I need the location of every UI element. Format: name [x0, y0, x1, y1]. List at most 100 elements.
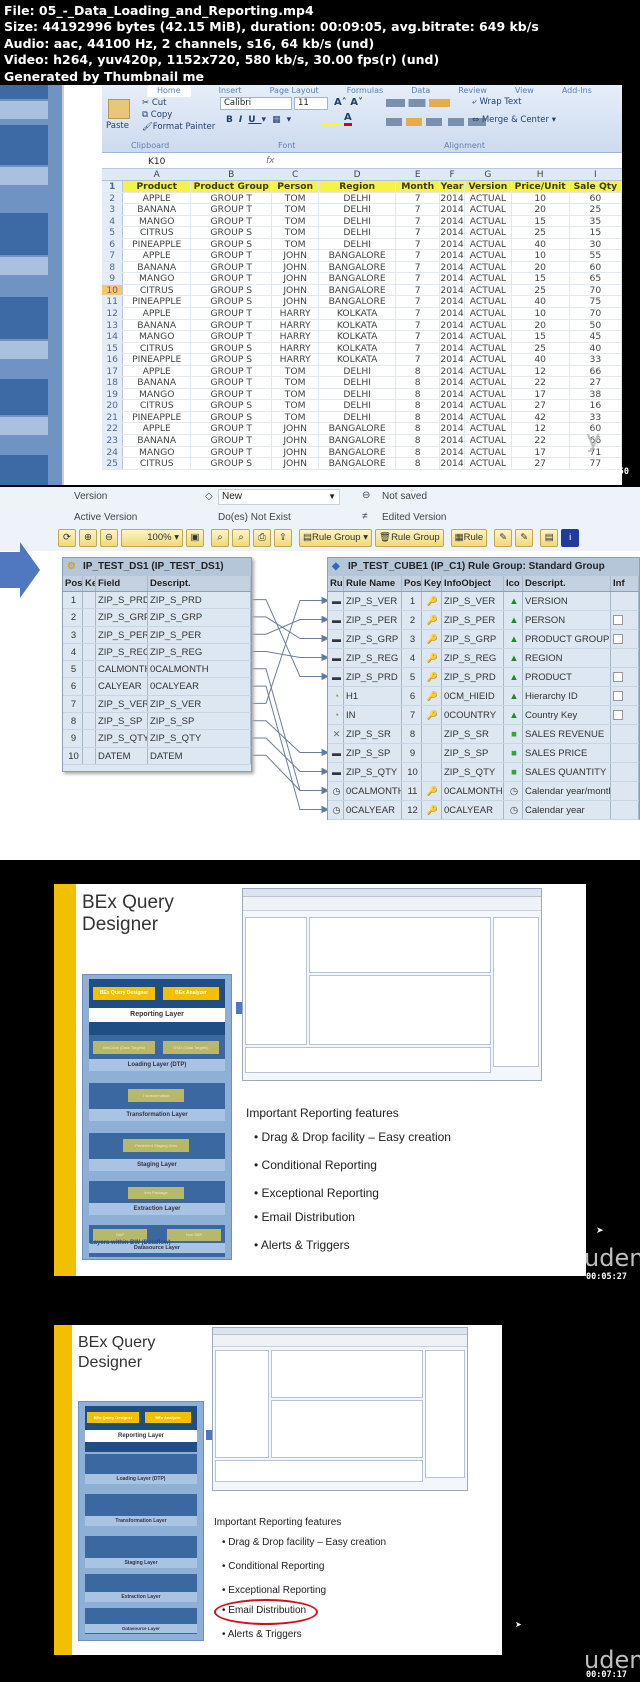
target-rule-row[interactable]: ◷ 0CALMONTH 11 🔑 0CALMONTH ◷ Calendar year/mon…	[328, 782, 639, 801]
col-key[interactable]: Key	[422, 576, 442, 591]
cell[interactable]: 2014	[440, 400, 466, 411]
cell[interactable]: GROUP S	[191, 296, 273, 308]
cell[interactable]: JOHN	[272, 250, 319, 261]
cell[interactable]: 12	[512, 365, 570, 377]
fill-color-button[interactable]	[322, 115, 340, 126]
cell[interactable]: 2014	[440, 261, 466, 273]
col-descr[interactable]: Descript.	[523, 576, 611, 591]
cell[interactable]: 40	[512, 238, 570, 250]
cut-button[interactable]: ✂ Cut	[142, 98, 166, 108]
cell[interactable]: 65	[570, 273, 623, 284]
row-number[interactable]: 5	[102, 227, 124, 238]
row-number[interactable]: 11	[102, 296, 124, 307]
cell[interactable]: Month	[396, 181, 440, 192]
row-number[interactable]: 16	[102, 354, 124, 365]
source-field-row[interactable]: 7 ZIP_S_VER ZIP_S_VER	[63, 695, 251, 714]
cell[interactable]: 15	[512, 215, 570, 227]
cell[interactable]: 66	[570, 365, 623, 377]
cell[interactable]: HARRY	[272, 308, 319, 319]
col-header[interactable]: C	[272, 169, 319, 180]
cell[interactable]: JOHN	[272, 296, 319, 308]
cell[interactable]: 2014	[440, 273, 466, 284]
col-rule-name[interactable]: Rule Name	[344, 576, 402, 591]
cell[interactable]: GROUP S	[191, 354, 273, 365]
cell[interactable]: APPLE	[123, 250, 192, 261]
col-header[interactable]: D	[319, 169, 397, 180]
cell[interactable]: BANGALORE	[319, 435, 397, 446]
paste-button[interactable]: Paste	[106, 121, 129, 131]
cell[interactable]: 33	[570, 411, 623, 423]
font-style-buttons[interactable]: BIU▾▦▾	[226, 115, 297, 125]
cell[interactable]: ACTUAL	[465, 227, 512, 238]
cell[interactable]: GROUP T	[191, 331, 273, 342]
cell[interactable]: 8	[396, 435, 440, 446]
cell[interactable]: 7	[396, 284, 440, 296]
source-field-row[interactable]: 3 ZIP_S_PER ZIP_S_PER	[63, 626, 251, 644]
col-icon[interactable]: Ico	[504, 576, 523, 591]
cell[interactable]: GROUP T	[191, 204, 273, 215]
cell[interactable]: 22	[512, 377, 570, 388]
cell[interactable]: GROUP T	[191, 192, 273, 204]
cell[interactable]: 8	[396, 458, 440, 469]
cell[interactable]: 15	[570, 227, 623, 238]
grow-font-button[interactable]: A˄ A˅	[334, 97, 363, 108]
source-field-row[interactable]: 8 ZIP_S_SP ZIP_S_SP	[63, 713, 251, 731]
cell[interactable]: 2014	[440, 238, 466, 250]
col-header[interactable]: F	[440, 169, 466, 180]
cell[interactable]: MANGO	[123, 388, 192, 400]
cell[interactable]: 7	[396, 204, 440, 215]
cell[interactable]: BANGALORE	[319, 273, 397, 284]
cell[interactable]: ACTUAL	[465, 319, 512, 331]
cell[interactable]: 2014	[440, 458, 466, 469]
row-number[interactable]: 21	[102, 411, 124, 423]
tab-insert[interactable]: Insert	[219, 85, 242, 97]
col-key[interactable]: Ke	[83, 576, 96, 591]
cell[interactable]: BANGALORE	[319, 458, 397, 469]
row-number[interactable]: 19	[102, 388, 124, 400]
cell[interactable]: 2014	[440, 319, 466, 331]
target-rule-row[interactable]: ▬ ZIP_S_PRD 5 🔑 ZIP_S_PRD ▲ PRODUCT	[328, 668, 639, 687]
cell[interactable]: MANGO	[123, 331, 192, 342]
cell[interactable]: 60	[570, 261, 623, 273]
cell[interactable]: 2014	[440, 342, 466, 354]
cell[interactable]: 38	[570, 388, 623, 400]
col-header[interactable]: I	[570, 169, 623, 180]
cell[interactable]: 27	[570, 377, 623, 388]
cell[interactable]: 7	[396, 215, 440, 227]
cell[interactable]: GROUP T	[191, 319, 273, 331]
cell[interactable]: ACTUAL	[465, 261, 512, 273]
cell[interactable]: TOM	[272, 377, 319, 388]
cell[interactable]: DELHI	[319, 377, 397, 388]
cell[interactable]: JOHN	[272, 423, 319, 435]
cell[interactable]: 7	[396, 354, 440, 365]
cell[interactable]: GROUP T	[191, 308, 273, 319]
cell[interactable]: 10	[512, 308, 570, 319]
cell[interactable]: DELHI	[319, 215, 397, 227]
cell[interactable]: 25	[570, 204, 623, 215]
row-number[interactable]: 6	[102, 238, 124, 250]
cell[interactable]: KOLKATA	[319, 331, 397, 342]
cell[interactable]: 2014	[440, 215, 466, 227]
cell[interactable]: 7	[396, 261, 440, 273]
cell[interactable]: TOM	[272, 411, 319, 423]
copy-button[interactable]: ⧉ Copy	[142, 110, 172, 120]
target-rule-row[interactable]: ▬ ZIP_S_SP 9 ZIP_S_SP ■ SALES PRICE	[328, 744, 639, 763]
cell[interactable]: 10	[512, 192, 570, 204]
mapping-link[interactable]	[252, 651, 322, 658]
font-size-select[interactable]: 11	[294, 97, 328, 110]
cell[interactable]: 7	[396, 331, 440, 342]
cell[interactable]: 2014	[440, 284, 466, 296]
cell[interactable]: Product	[123, 181, 192, 192]
cell[interactable]: 27	[512, 400, 570, 411]
cell[interactable]: 2014	[440, 308, 466, 319]
source-field-row[interactable]: 4 ZIP_S_REG ZIP_S_REG	[63, 643, 251, 662]
row-number[interactable]: 20	[102, 400, 124, 411]
row-number[interactable]: 10	[102, 284, 124, 296]
cell[interactable]: ACTUAL	[465, 331, 512, 342]
cell[interactable]: 70	[570, 308, 623, 319]
cell[interactable]: JOHN	[272, 446, 319, 458]
cell[interactable]: CITRUS	[123, 458, 192, 469]
cell[interactable]: TOM	[272, 400, 319, 411]
cell[interactable]: 8	[396, 446, 440, 458]
vertical-align-buttons[interactable]	[386, 99, 450, 107]
